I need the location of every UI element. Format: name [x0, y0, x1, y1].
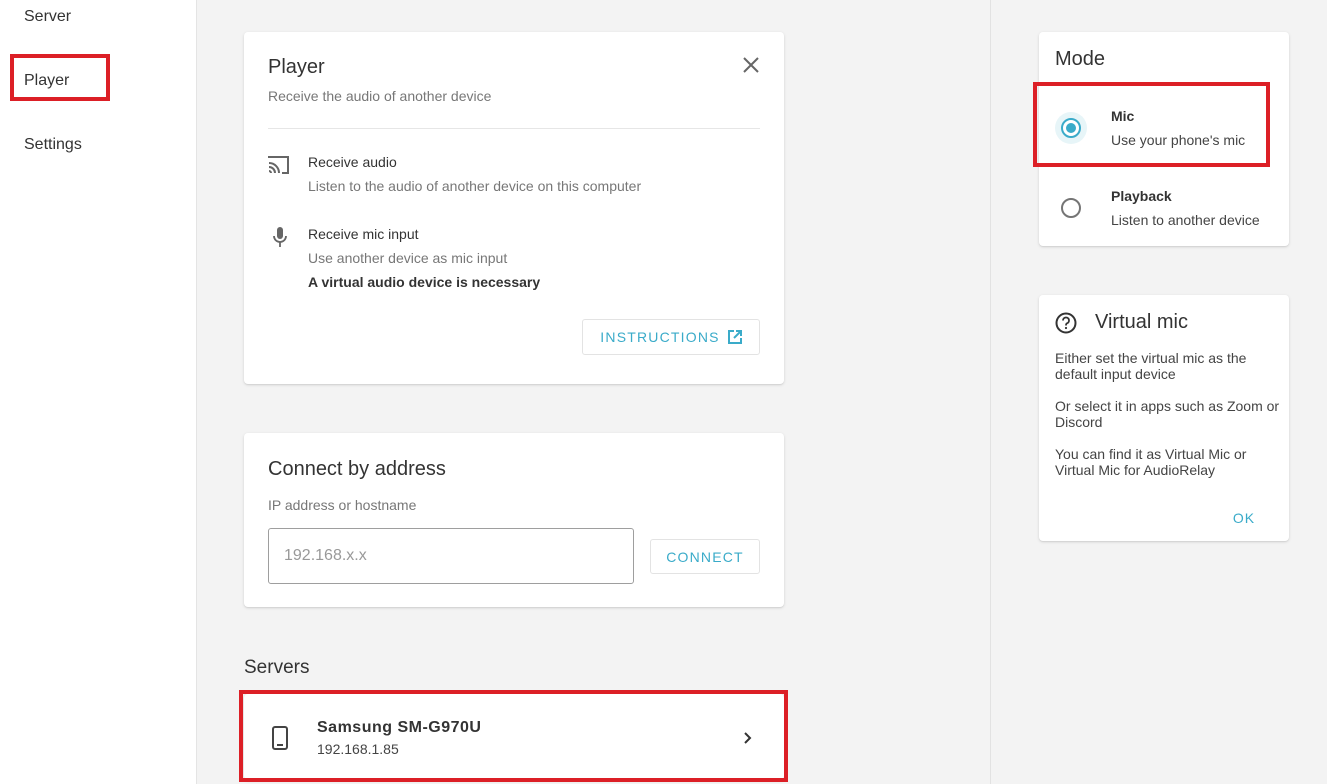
- close-icon[interactable]: [742, 56, 760, 74]
- instructions-button[interactable]: INSTRUCTIONS: [582, 319, 760, 355]
- receive-audio-title: Receive audio: [308, 154, 397, 170]
- virtual-mic-paragraph-2: Or select it in apps such as Zoom or Dis…: [1055, 398, 1280, 430]
- server-name: Samsung SM-G970U: [317, 719, 482, 736]
- receive-mic-title: Receive mic input: [308, 226, 419, 242]
- sidebar-item-player[interactable]: Player: [24, 72, 69, 90]
- column-divider: [990, 0, 991, 784]
- server-list-item[interactable]: Samsung SM-G970U 192.168.1.85: [244, 694, 784, 780]
- playback-option-description: Listen to another device: [1111, 212, 1260, 228]
- mode-card-title: Mode: [1055, 48, 1106, 70]
- connect-card: Connect by address IP address or hostnam…: [244, 433, 784, 607]
- sidebar: Server Player Settings: [0, 0, 197, 784]
- servers-heading: Servers: [244, 657, 310, 678]
- mode-card: Mode Mic Use your phone's mic Playback L…: [1039, 32, 1289, 246]
- mic-option-description: Use your phone's mic: [1111, 132, 1246, 148]
- virtual-mic-title: Virtual mic: [1095, 311, 1188, 333]
- player-card-divider: [268, 128, 760, 129]
- mode-option-playback[interactable]: Playback Listen to another device: [1039, 172, 1289, 242]
- virtual-mic-paragraph-1: Either set the virtual mic as the defaul…: [1055, 350, 1247, 382]
- mic-radio[interactable]: [1061, 118, 1081, 138]
- open-in-new-icon: [727, 330, 742, 344]
- mode-option-mic[interactable]: Mic Use your phone's mic: [1039, 88, 1289, 166]
- cast-icon: [268, 156, 289, 174]
- ip-address-input[interactable]: [268, 528, 634, 584]
- playback-option-title: Playback: [1111, 188, 1172, 204]
- ok-button[interactable]: OK: [1219, 503, 1269, 533]
- receive-audio-description: Listen to the audio of another device on…: [308, 178, 642, 194]
- server-address: 192.168.1.85: [317, 741, 399, 757]
- microphone-icon: [273, 227, 287, 247]
- connect-card-title: Connect by address: [268, 458, 446, 480]
- connect-button[interactable]: CONNECT: [650, 539, 760, 574]
- instructions-label: INSTRUCTIONS: [600, 329, 720, 345]
- connect-label: CONNECT: [666, 548, 744, 565]
- ip-field-label: IP address or hostname: [268, 497, 417, 513]
- virtual-device-note: A virtual audio device is necessary: [308, 274, 541, 290]
- smartphone-icon: [272, 726, 288, 750]
- player-card: Player Receive the audio of another devi…: [244, 32, 784, 384]
- player-card-subtitle: Receive the audio of another device: [268, 88, 492, 104]
- playback-radio[interactable]: [1061, 198, 1081, 218]
- mic-option-title: Mic: [1111, 108, 1135, 124]
- receive-mic-description: Use another device as mic input: [308, 250, 508, 266]
- sidebar-item-server[interactable]: Server: [24, 8, 71, 26]
- player-card-title: Player: [268, 56, 325, 78]
- virtual-mic-paragraph-3: You can find it as Virtual Mic or Virtua…: [1055, 446, 1247, 478]
- virtual-mic-card: Virtual mic Either set the virtual mic a…: [1039, 295, 1289, 541]
- sidebar-item-settings[interactable]: Settings: [24, 136, 82, 154]
- chevron-right-icon: [744, 732, 752, 744]
- help-circle-icon: [1055, 312, 1077, 334]
